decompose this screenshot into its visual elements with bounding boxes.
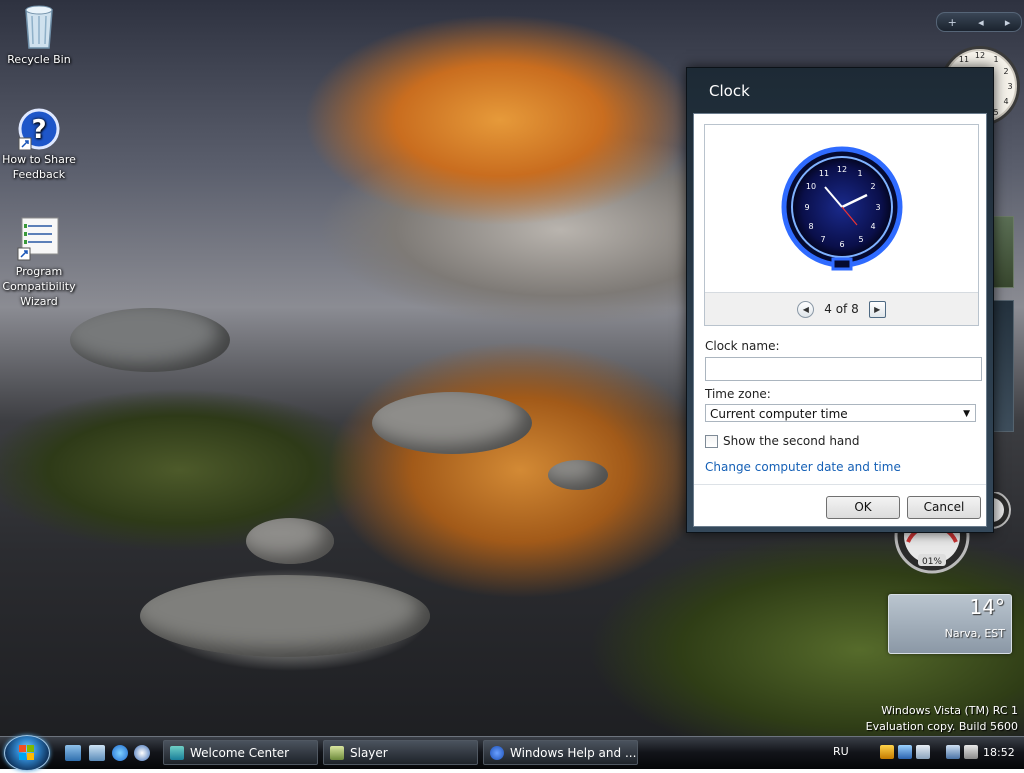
pager-text: 4 of 8 bbox=[824, 302, 859, 316]
wallpaper-rock bbox=[246, 518, 334, 564]
show-desktop-icon[interactable] bbox=[65, 745, 81, 761]
dialog-title: Clock bbox=[709, 82, 750, 100]
next-clock-button[interactable]: ▶ bbox=[868, 300, 886, 318]
cancel-button[interactable]: Cancel bbox=[907, 496, 981, 519]
watermark-line-2: Evaluation copy. Build 5600 bbox=[865, 720, 1018, 733]
volume-icon[interactable] bbox=[964, 745, 978, 759]
taskbar-clock[interactable]: 18:52 bbox=[983, 746, 1015, 759]
clock-style-pager: ◀ 4 of 8 ▶ bbox=[705, 292, 978, 325]
change-date-time-link[interactable]: Change computer date and time bbox=[705, 460, 901, 474]
windows-logo-icon bbox=[19, 745, 34, 760]
svg-text:5: 5 bbox=[858, 235, 863, 244]
svg-text:12: 12 bbox=[975, 51, 985, 60]
task-label: Welcome Center bbox=[190, 745, 290, 760]
desktop-icon-program-compatibility-wizard[interactable]: Program Compatibility Wizard bbox=[0, 216, 78, 309]
build-watermark: Windows Vista (TM) RC 1 Evaluation copy.… bbox=[866, 703, 1018, 735]
network-icon[interactable] bbox=[898, 745, 912, 759]
task-welcome-center[interactable]: Welcome Center bbox=[163, 740, 318, 765]
sidebar-add-gadget-button[interactable]: + bbox=[948, 16, 957, 29]
task-label: Slayer bbox=[350, 745, 388, 760]
task-slayer[interactable]: Slayer bbox=[323, 740, 478, 765]
dialog-separator bbox=[694, 484, 986, 485]
weather-location: Narva, EST bbox=[944, 627, 1005, 640]
clock-name-input[interactable] bbox=[705, 357, 982, 381]
weather-gadget[interactable]: 14° Narva, EST bbox=[888, 594, 1012, 654]
security-shield-icon[interactable] bbox=[880, 745, 894, 759]
clock-preview: 12 1 2 3 45 6 7 8 9 10 11 ◀ 4 of 8 ▶ bbox=[704, 124, 979, 326]
weather-temperature: 14° bbox=[969, 595, 1005, 619]
sidebar-next-button[interactable]: ▸ bbox=[1005, 16, 1011, 29]
desktop-icon-recycle-bin[interactable]: Recycle Bin bbox=[0, 2, 78, 67]
previous-clock-button[interactable]: ◀ bbox=[797, 300, 815, 318]
checkbox-box[interactable] bbox=[705, 434, 718, 448]
desktop-icon-label: Recycle Bin bbox=[7, 53, 71, 66]
svg-text:2: 2 bbox=[1003, 67, 1008, 76]
second-hand-checkbox[interactable]: Show the second hand bbox=[705, 434, 860, 448]
svg-text:2: 2 bbox=[870, 182, 875, 191]
compatibility-wizard-icon bbox=[17, 217, 59, 261]
svg-text:5: 5 bbox=[993, 108, 998, 117]
wallpaper-rock bbox=[140, 575, 430, 657]
svg-text:?: ? bbox=[31, 115, 46, 145]
language-indicator[interactable]: RU bbox=[833, 745, 849, 758]
svg-text:3: 3 bbox=[1007, 82, 1012, 91]
svg-text:8: 8 bbox=[808, 222, 813, 231]
svg-text:4: 4 bbox=[870, 222, 875, 231]
svg-text:10: 10 bbox=[806, 182, 816, 191]
time-zone-value: Current computer time bbox=[710, 407, 848, 421]
arrow-left-icon: ◀ bbox=[802, 304, 809, 314]
wallpaper-rock bbox=[548, 460, 608, 490]
clock-preview-face: 12 12 3 45 6 7 8 9 1011 bbox=[781, 146, 903, 271]
switch-windows-icon[interactable] bbox=[89, 745, 105, 761]
svg-text:6: 6 bbox=[839, 240, 844, 249]
clock-name-label: Clock name: bbox=[705, 339, 780, 353]
dropdown-arrow-icon: ▼ bbox=[963, 409, 970, 419]
connection-icon[interactable] bbox=[946, 745, 960, 759]
watermark-line-1: Windows Vista (TM) RC 1 bbox=[881, 704, 1018, 717]
svg-text:11: 11 bbox=[819, 169, 829, 178]
desktop-icon-label: How to Share Feedback bbox=[2, 153, 76, 181]
display-icon[interactable] bbox=[916, 745, 930, 759]
taskbar: Welcome Center Slayer Windows Help and .… bbox=[0, 735, 1024, 771]
internet-explorer-icon[interactable] bbox=[112, 745, 128, 761]
dialog-body: 12 1 2 3 45 6 7 8 9 10 11 ◀ 4 of 8 ▶ Clock name:… bbox=[693, 113, 987, 527]
desktop-icon-label: Program Compatibility Wizard bbox=[2, 265, 76, 308]
svg-text:1: 1 bbox=[993, 55, 998, 64]
task-label: Windows Help and ... bbox=[510, 745, 637, 760]
help-icon: ? bbox=[18, 108, 60, 150]
second-hand-label: Show the second hand bbox=[723, 434, 860, 448]
wallpaper-rock bbox=[372, 392, 532, 454]
sidebar-prev-button[interactable]: ◂ bbox=[978, 16, 984, 29]
time-zone-label: Time zone: bbox=[705, 387, 771, 401]
time-zone-select[interactable]: Current computer time ▼ bbox=[705, 404, 976, 422]
feed-gadget[interactable] bbox=[992, 300, 1014, 432]
svg-text:9: 9 bbox=[804, 203, 809, 212]
sidebar-controls: + ◂ ▸ bbox=[936, 12, 1022, 32]
svg-text:11: 11 bbox=[959, 55, 969, 64]
recycle-bin-icon bbox=[25, 5, 53, 49]
clock-settings-dialog: Clock 12 1 2 3 45 6 7 8 9 10 11 ◀ 4 of 8 ▶… bbox=[686, 67, 994, 533]
svg-text:7: 7 bbox=[820, 235, 825, 244]
arrow-right-icon: ▶ bbox=[874, 304, 881, 314]
svg-text:12: 12 bbox=[837, 165, 847, 174]
desktop-icon-how-to-share-feedback[interactable]: ? How to Share Feedback bbox=[0, 108, 78, 182]
svg-text:3: 3 bbox=[875, 203, 880, 212]
cpu-meter-value: 01% bbox=[922, 557, 942, 567]
svg-text:1: 1 bbox=[857, 169, 862, 178]
task-windows-help[interactable]: Windows Help and ... bbox=[483, 740, 638, 765]
folder-icon bbox=[330, 745, 344, 760]
start-button[interactable] bbox=[4, 735, 50, 771]
help-icon bbox=[490, 745, 504, 760]
svg-text:4: 4 bbox=[1003, 97, 1008, 106]
media-player-icon[interactable] bbox=[134, 745, 150, 761]
wallpaper-rock bbox=[70, 308, 230, 372]
welcome-center-icon bbox=[170, 745, 184, 760]
ok-button[interactable]: OK bbox=[826, 496, 900, 519]
